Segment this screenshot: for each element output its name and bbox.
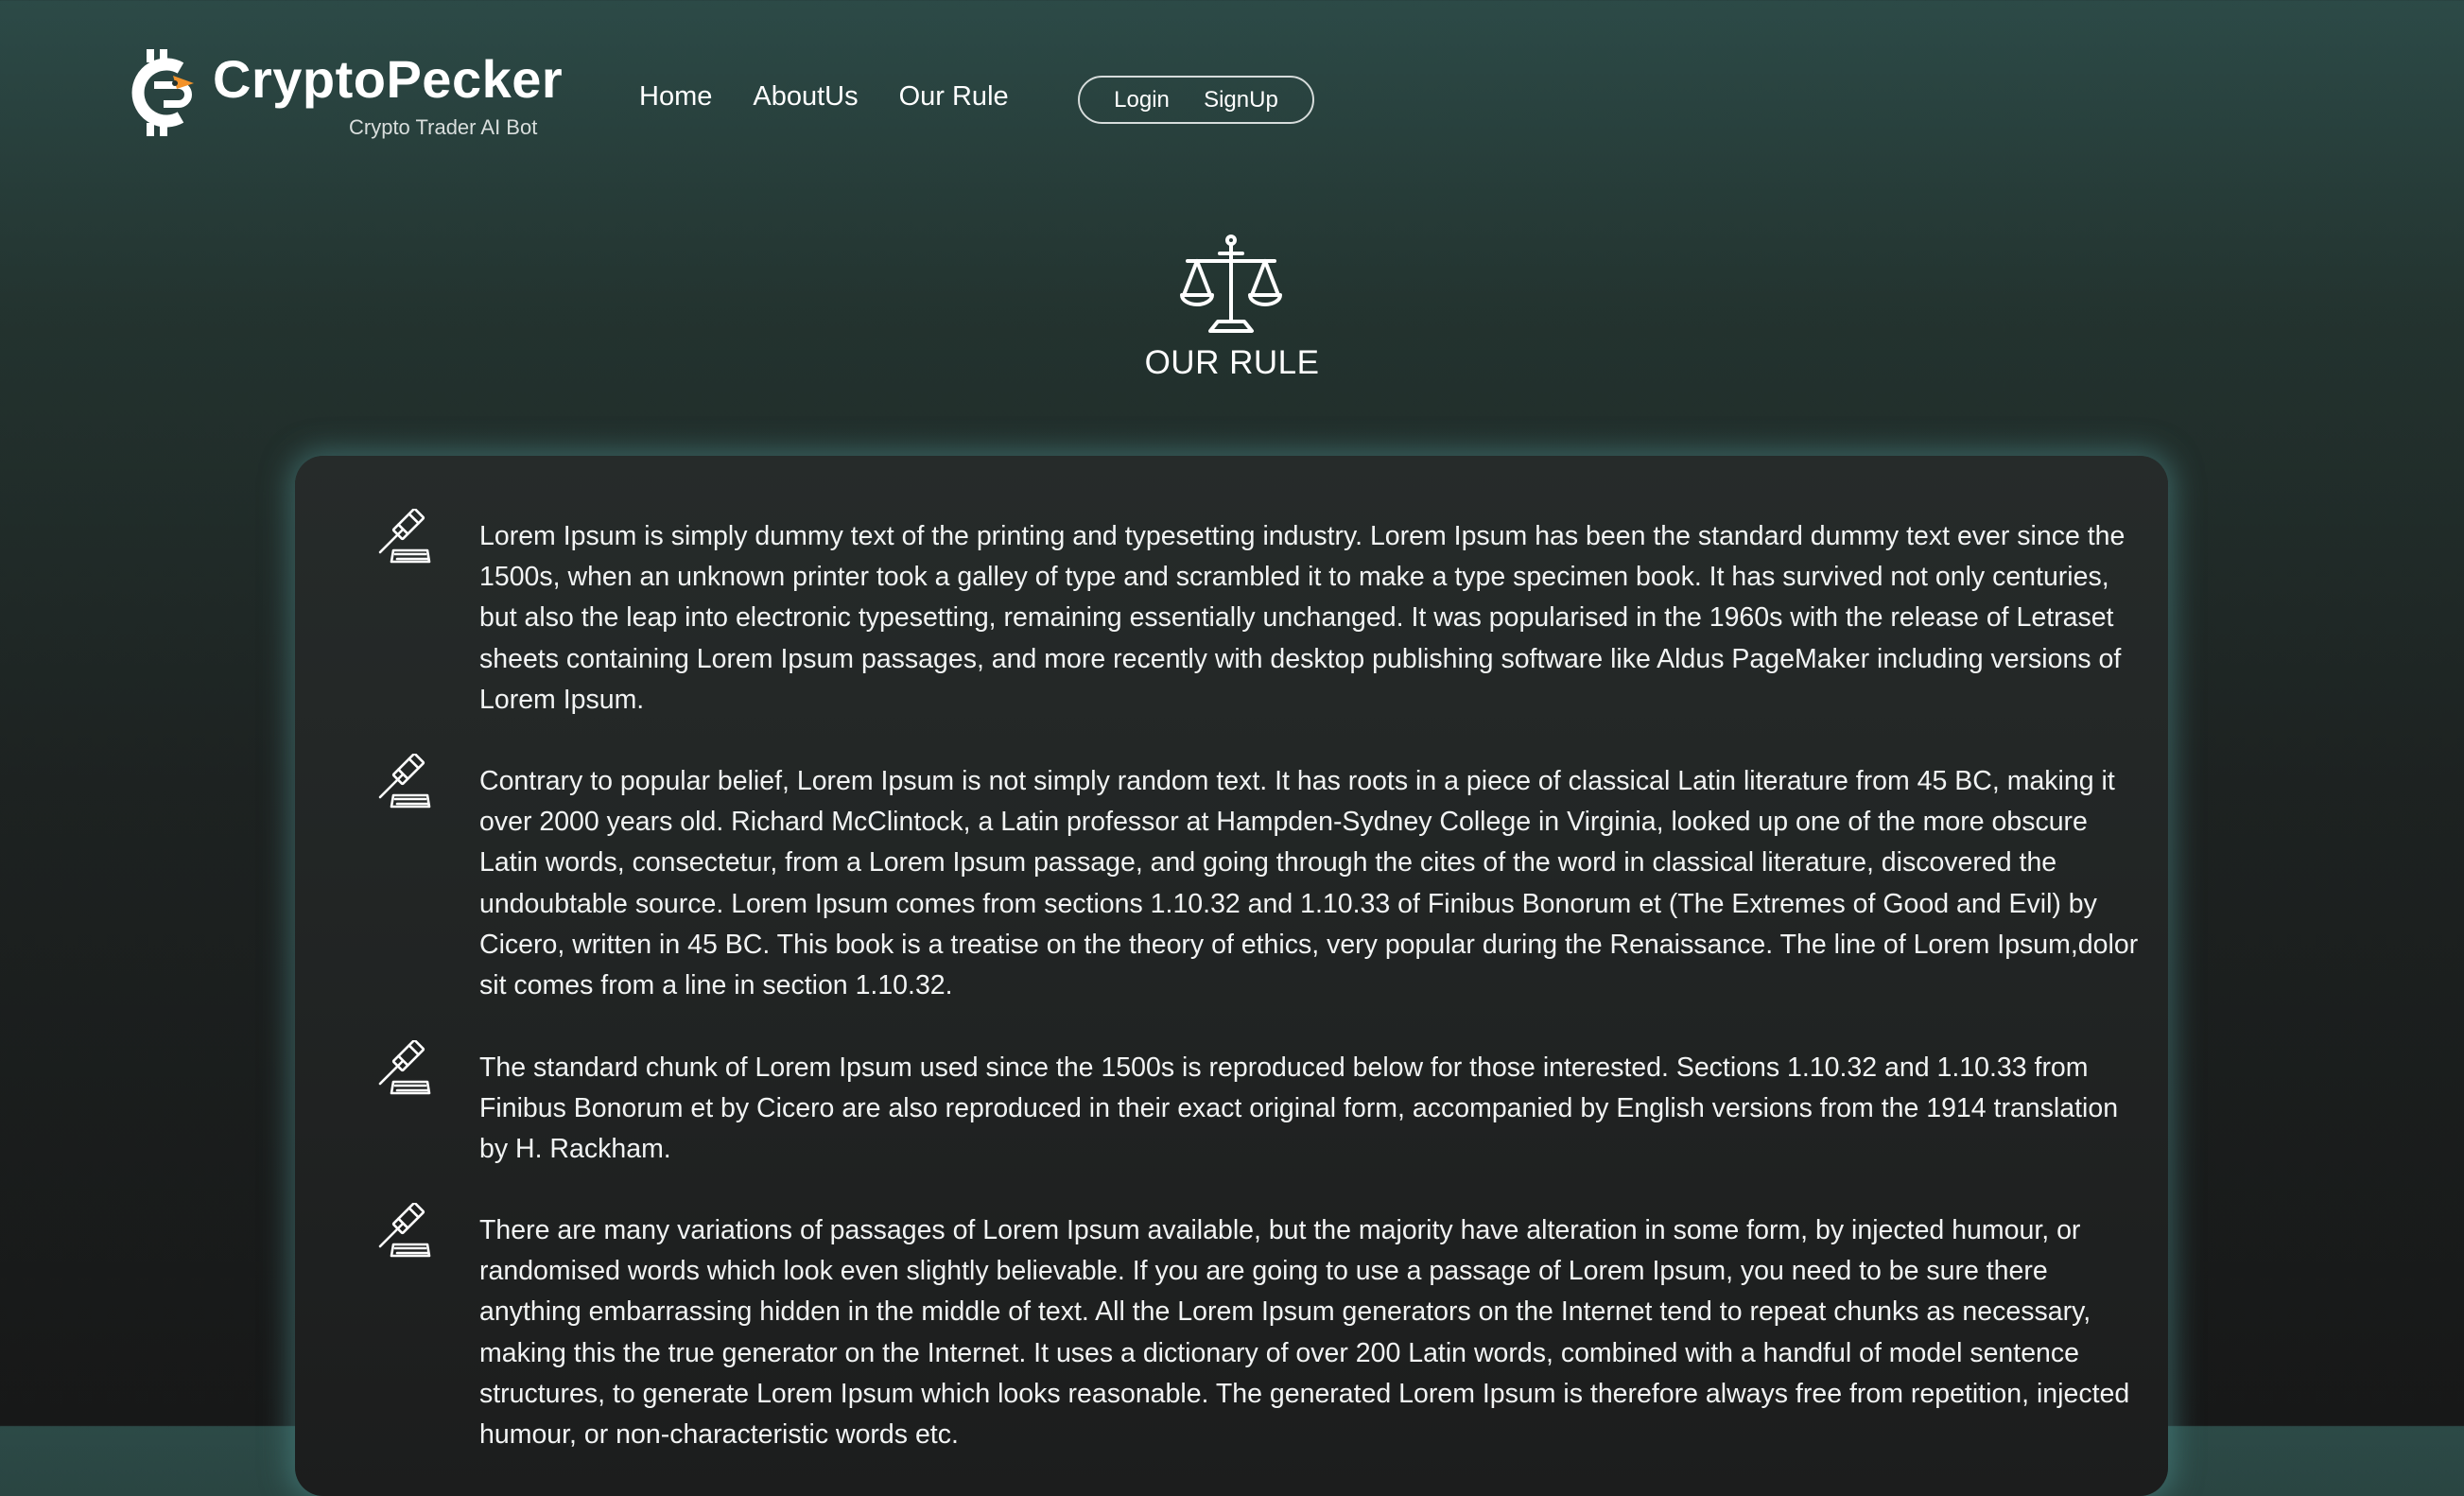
gavel-icon xyxy=(378,754,431,809)
gavel-icon xyxy=(378,509,431,564)
gavel-icon xyxy=(378,1040,431,1095)
brand-tagline: Crypto Trader AI Bot xyxy=(349,115,538,139)
nav-link-our-rule[interactable]: Our Rule xyxy=(899,81,1009,113)
nav-link-about-us[interactable]: AboutUs xyxy=(753,81,858,113)
brand-name: CryptoPecker xyxy=(213,49,564,109)
crypto-coin-logo-icon xyxy=(131,49,194,136)
brand-logo[interactable]: CryptoPecker Crypto Trader AI Bot xyxy=(126,47,563,147)
signup-button[interactable]: SignUp xyxy=(1204,87,1278,113)
rules-card: Lorem Ipsum is simply dummy text of the … xyxy=(295,456,2168,1496)
rule-text: Contrary to popular belief, Lorem Ipsum … xyxy=(479,766,2139,1001)
balance-scale-icon xyxy=(1180,235,1282,333)
rule-text: The standard chunk of Lorem Ipsum used s… xyxy=(479,1052,2119,1165)
auth-pill: Login SignUp xyxy=(1078,76,1314,124)
rule-text: There are many variations of passages of… xyxy=(479,1215,2130,1451)
page-title: OUR RULE xyxy=(1144,344,1320,381)
login-button[interactable]: Login xyxy=(1114,87,1170,113)
rule-text: Lorem Ipsum is simply dummy text of the … xyxy=(479,521,2126,715)
gavel-icon xyxy=(378,1203,431,1258)
main-nav: Home AboutUs Our Rule xyxy=(639,81,1009,113)
nav-link-home[interactable]: Home xyxy=(639,81,712,113)
